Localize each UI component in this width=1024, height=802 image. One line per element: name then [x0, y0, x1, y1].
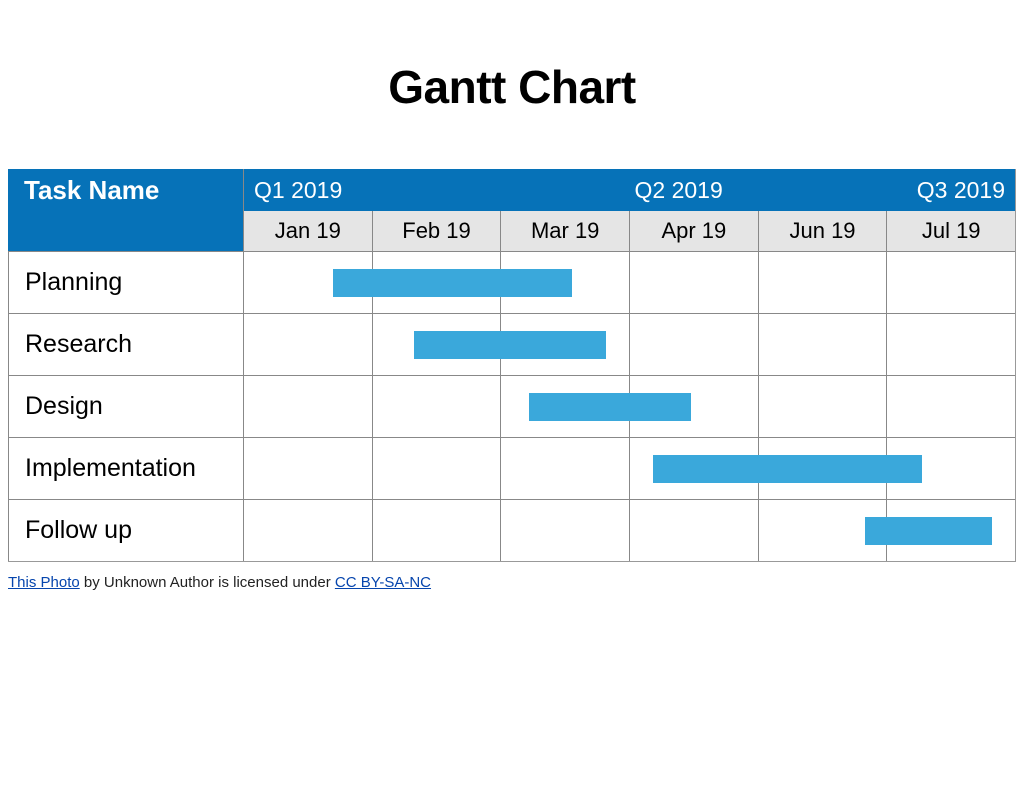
quarter-q1: Q1 2019: [244, 169, 625, 211]
timeline-cell: [244, 438, 372, 499]
gantt-row: Research: [8, 313, 1015, 375]
month-col-3: Apr 19: [629, 211, 758, 251]
gantt-bar: [865, 517, 992, 545]
task-name-header: Task Name: [8, 169, 244, 211]
quarter-q3: Q3 2019: [882, 169, 1016, 211]
attribution: This Photo by Unknown Author is licensed…: [8, 574, 1016, 591]
quarter-q2: Q2 2019: [625, 169, 882, 211]
timeline-cell: [758, 314, 887, 375]
timeline-cell: [758, 376, 887, 437]
timeline-cell: [244, 314, 372, 375]
gantt-bar: [529, 393, 691, 421]
month-col-4: Jun 19: [758, 211, 887, 251]
task-timeline: [244, 500, 1015, 561]
quarters-row: Q1 2019 Q2 2019 Q3 2019: [244, 169, 1015, 211]
timeline-cell: [886, 252, 1015, 313]
task-name-cell: Research: [8, 314, 244, 375]
task-name-header-spacer: [8, 211, 244, 251]
task-name-header-label: Task Name: [24, 175, 159, 206]
gantt-body: PlanningResearchDesignImplementationFoll…: [8, 251, 1015, 561]
timeline-cell: [629, 500, 758, 561]
task-name-cell: Implementation: [8, 438, 244, 499]
attribution-license-link[interactable]: CC BY-SA-NC: [335, 574, 431, 591]
gantt-row: Design: [8, 375, 1015, 437]
task-timeline: [244, 376, 1015, 437]
gantt-header-quarters: Task Name Q1 2019 Q2 2019 Q3 2019: [8, 169, 1015, 211]
task-timeline: [244, 438, 1015, 499]
gantt-chart: Task Name Q1 2019 Q2 2019 Q3 2019 Jan 19…: [8, 169, 1016, 562]
timeline-cell: [372, 500, 501, 561]
page-title: Gantt Chart: [0, 60, 1024, 114]
task-timeline: [244, 314, 1015, 375]
month-col-0: Jan 19: [244, 211, 372, 251]
month-col-5: Jul 19: [886, 211, 1015, 251]
gantt-header-months: Jan 19 Feb 19 Mar 19 Apr 19 Jun 19 Jul 1…: [8, 211, 1015, 251]
timeline-cell: [372, 438, 501, 499]
timeline-cell: [629, 314, 758, 375]
timeline-cell: [886, 376, 1015, 437]
timeline-cell: [886, 314, 1015, 375]
timeline-cell: [758, 252, 887, 313]
gantt-row: Planning: [8, 251, 1015, 313]
task-timeline: [244, 252, 1015, 313]
months-row: Jan 19 Feb 19 Mar 19 Apr 19 Jun 19 Jul 1…: [244, 211, 1015, 251]
timeline-cell: [500, 500, 629, 561]
timeline-cell: [372, 376, 501, 437]
gantt-bar: [414, 331, 607, 359]
month-col-2: Mar 19: [500, 211, 629, 251]
attribution-mid-text: by Unknown Author is licensed under: [80, 574, 335, 591]
month-col-1: Feb 19: [372, 211, 501, 251]
task-name-cell: Follow up: [8, 500, 244, 561]
gantt-bar: [653, 455, 923, 483]
timeline-cell: [244, 376, 372, 437]
gantt-bar: [333, 269, 572, 297]
task-name-cell: Design: [8, 376, 244, 437]
gantt-row: Implementation: [8, 437, 1015, 499]
timeline-cell: [629, 252, 758, 313]
timeline-cell: [244, 500, 372, 561]
task-name-cell: Planning: [8, 252, 244, 313]
attribution-photo-link[interactable]: This Photo: [8, 574, 80, 591]
gantt-row: Follow up: [8, 499, 1015, 561]
timeline-cell: [500, 438, 629, 499]
